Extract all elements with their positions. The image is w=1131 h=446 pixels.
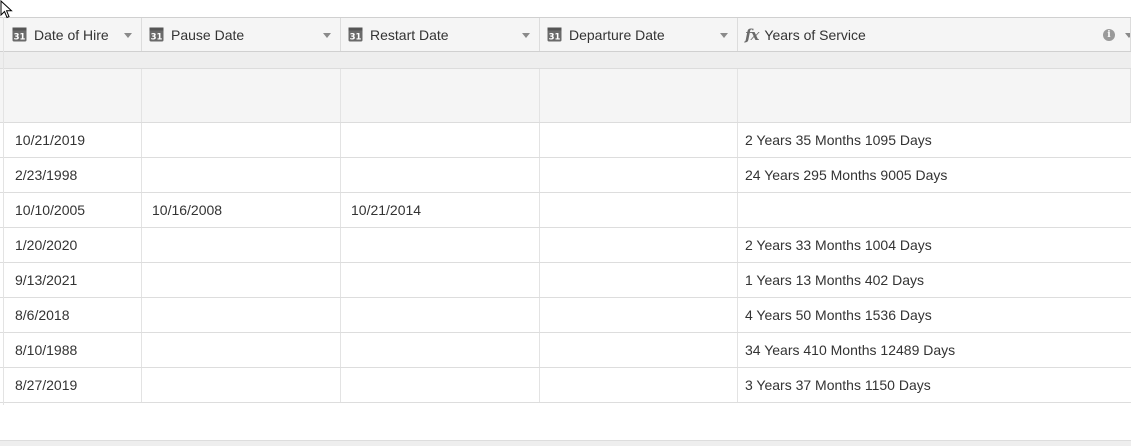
- years-of-service-cell[interactable]: 2 Years 33 Months 1004 Days: [738, 228, 1131, 262]
- chevron-down-icon[interactable]: [1125, 32, 1130, 38]
- row-number-gutter: [0, 17, 4, 405]
- date-of-hire-cell[interactable]: 8/10/1988: [0, 333, 142, 367]
- pause-date-cell[interactable]: [142, 263, 341, 297]
- table-row[interactable]: 8/6/2018 4 Years 50 Months 1536 Days: [0, 298, 1131, 333]
- table-row[interactable]: 8/27/2019 3 Years 37 Months 1150 Days: [0, 368, 1131, 403]
- table-row[interactable]: 10/21/2019 2 Years 35 Months 1095 Days: [0, 123, 1131, 158]
- column-header-years-of-service[interactable]: fx Years of Service i: [738, 18, 1131, 51]
- date-of-hire-cell[interactable]: 8/27/2019: [0, 368, 142, 402]
- table-row[interactable]: 8/10/1988 34 Years 410 Months 12489 Days: [0, 333, 1131, 368]
- departure-date-cell[interactable]: [540, 123, 738, 157]
- summary-cell[interactable]: [738, 69, 1131, 122]
- summary-cell[interactable]: [341, 69, 540, 122]
- summary-cell[interactable]: [0, 69, 142, 122]
- summary-cell[interactable]: [540, 69, 738, 122]
- table-row[interactable]: 10/10/2005 10/16/2008 10/21/2014: [0, 193, 1131, 228]
- restart-date-cell[interactable]: [341, 123, 540, 157]
- restart-date-cell[interactable]: [341, 368, 540, 402]
- pause-date-cell[interactable]: [142, 298, 341, 332]
- calendar-icon: 31: [547, 27, 562, 42]
- years-of-service-cell[interactable]: 4 Years 50 Months 1536 Days: [738, 298, 1131, 332]
- column-header-label: Date of Hire: [34, 26, 109, 43]
- data-grid: 31 Date of Hire 31 Pause Date 31 Restart…: [0, 17, 1131, 403]
- calendar-icon: 31: [149, 27, 164, 42]
- chevron-down-icon[interactable]: [522, 32, 530, 38]
- column-header-label: Pause Date: [171, 26, 245, 43]
- pause-date-cell[interactable]: [142, 228, 341, 262]
- pause-date-cell[interactable]: [142, 368, 341, 402]
- group-summary-row: [0, 69, 1131, 123]
- restart-date-cell[interactable]: [341, 298, 540, 332]
- svg-text:31: 31: [151, 33, 163, 43]
- column-header-departure-date[interactable]: 31 Departure Date: [540, 18, 738, 51]
- pause-date-cell[interactable]: [142, 123, 341, 157]
- calendar-icon: 31: [348, 27, 363, 42]
- date-of-hire-cell[interactable]: 8/6/2018: [0, 298, 142, 332]
- info-icon[interactable]: i: [1103, 28, 1115, 41]
- chevron-down-icon[interactable]: [323, 32, 331, 38]
- grid-footer: [0, 440, 1131, 446]
- restart-date-cell[interactable]: [341, 263, 540, 297]
- departure-date-cell[interactable]: [540, 228, 738, 262]
- column-header-restart-date[interactable]: 31 Restart Date: [341, 18, 540, 51]
- formula-icon: fx: [745, 25, 759, 44]
- departure-date-cell[interactable]: [540, 158, 738, 192]
- years-of-service-cell[interactable]: 2 Years 35 Months 1095 Days: [738, 123, 1131, 157]
- departure-date-cell[interactable]: [540, 368, 738, 402]
- column-header-label: Departure Date: [569, 26, 665, 43]
- svg-text:31: 31: [350, 33, 362, 43]
- years-of-service-cell[interactable]: 24 Years 295 Months 9005 Days: [738, 158, 1131, 192]
- pause-date-cell[interactable]: [142, 333, 341, 367]
- years-of-service-cell[interactable]: 1 Years 13 Months 402 Days: [738, 263, 1131, 297]
- date-of-hire-cell[interactable]: 2/23/1998: [0, 158, 142, 192]
- years-of-service-cell[interactable]: 34 Years 410 Months 12489 Days: [738, 333, 1131, 367]
- column-header-label: Restart Date: [370, 26, 449, 43]
- group-divider: [0, 52, 1131, 69]
- calendar-icon: 31: [12, 27, 27, 42]
- date-of-hire-cell[interactable]: 1/20/2020: [0, 228, 142, 262]
- column-header-row: 31 Date of Hire 31 Pause Date 31 Restart…: [0, 17, 1131, 52]
- spreadsheet-view: 31 Date of Hire 31 Pause Date 31 Restart…: [0, 0, 1131, 446]
- restart-date-cell[interactable]: [341, 158, 540, 192]
- date-of-hire-cell[interactable]: 10/10/2005: [0, 193, 142, 227]
- svg-text:31: 31: [14, 33, 26, 43]
- svg-text:31: 31: [549, 33, 561, 43]
- chevron-down-icon[interactable]: [124, 32, 132, 38]
- restart-date-cell[interactable]: [341, 333, 540, 367]
- mouse-cursor-icon: [0, 0, 13, 19]
- departure-date-cell[interactable]: [540, 298, 738, 332]
- departure-date-cell[interactable]: [540, 263, 738, 297]
- chevron-down-icon[interactable]: [720, 32, 728, 38]
- pause-date-cell[interactable]: 10/16/2008: [142, 193, 341, 227]
- date-of-hire-cell[interactable]: 10/21/2019: [0, 123, 142, 157]
- summary-cell[interactable]: [142, 69, 341, 122]
- column-header-date-of-hire[interactable]: 31 Date of Hire: [0, 18, 142, 51]
- restart-date-cell[interactable]: 10/21/2014: [341, 193, 540, 227]
- departure-date-cell[interactable]: [540, 193, 738, 227]
- departure-date-cell[interactable]: [540, 333, 738, 367]
- table-row[interactable]: 2/23/1998 24 Years 295 Months 9005 Days: [0, 158, 1131, 193]
- column-header-label: Years of Service: [764, 26, 866, 43]
- date-of-hire-cell[interactable]: 9/13/2021: [0, 263, 142, 297]
- restart-date-cell[interactable]: [341, 228, 540, 262]
- pause-date-cell[interactable]: [142, 158, 341, 192]
- column-header-pause-date[interactable]: 31 Pause Date: [142, 18, 341, 51]
- years-of-service-cell[interactable]: [738, 193, 1131, 227]
- table-row[interactable]: 1/20/2020 2 Years 33 Months 1004 Days: [0, 228, 1131, 263]
- table-row[interactable]: 9/13/2021 1 Years 13 Months 402 Days: [0, 263, 1131, 298]
- years-of-service-cell[interactable]: 3 Years 37 Months 1150 Days: [738, 368, 1131, 402]
